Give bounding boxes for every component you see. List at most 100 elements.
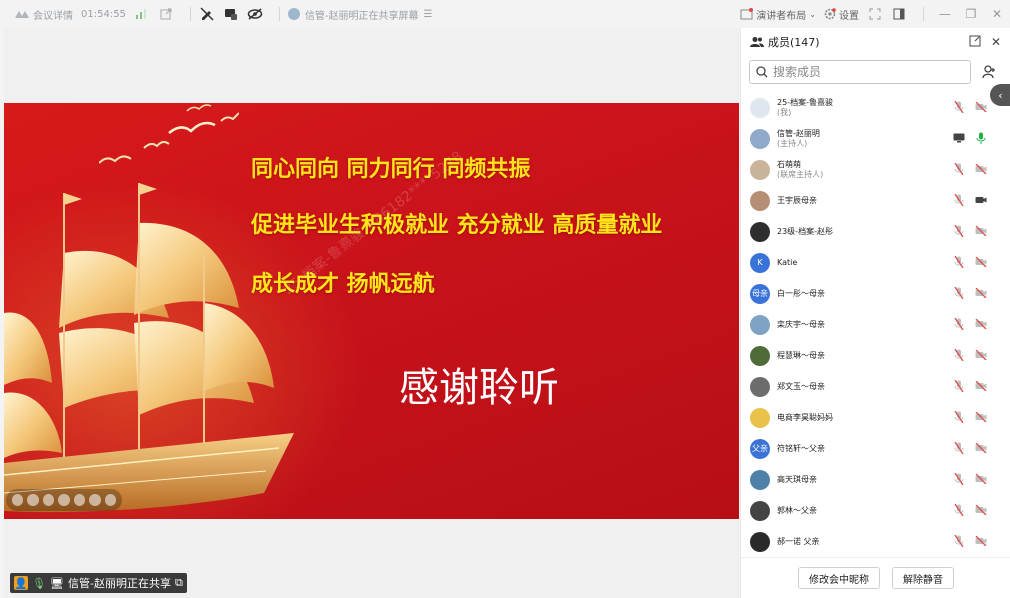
mic-muted-icon[interactable]: [953, 442, 965, 454]
member-avatar: [750, 159, 770, 180]
user-icon: 👤: [14, 576, 28, 590]
sharing-status-bar[interactable]: 👤 🎙 🖥 信管-赵丽明正在共享 ⧉: [10, 573, 187, 593]
member-search-input[interactable]: [773, 65, 963, 79]
layout-label: 演讲者布局: [756, 10, 807, 22]
remote-control-icon[interactable]: [223, 6, 239, 22]
mic-muted-icon[interactable]: [953, 535, 965, 547]
member-name: 郝一诺 父亲: [777, 536, 820, 546]
settings-button[interactable]: 设置: [824, 7, 859, 22]
hide-view-icon[interactable]: [247, 6, 263, 22]
member-row[interactable]: 郭林～父亲: [741, 495, 1010, 526]
camera-off-icon[interactable]: [975, 101, 987, 113]
member-row[interactable]: 程慧琳～母亲: [741, 340, 1010, 371]
member-row[interactable]: 父亲 符铭轩～父亲: [741, 433, 1010, 464]
member-avatar: [750, 500, 770, 521]
divider: [278, 7, 280, 21]
popout-panel-icon[interactable]: [969, 35, 981, 50]
meeting-details-label: 会议详情: [33, 10, 73, 22]
minimize-button[interactable]: —: [932, 0, 958, 28]
member-name: 程慧琳～母亲: [777, 350, 825, 360]
divider: [189, 7, 191, 21]
close-panel-icon[interactable]: ✕: [991, 35, 1001, 49]
fullscreen-icon[interactable]: [867, 6, 883, 22]
member-row[interactable]: 栾庆宇～母亲: [741, 309, 1010, 340]
minimize-icon: —: [939, 7, 951, 21]
camera-off-icon[interactable]: [975, 349, 987, 361]
tool-dot-icon[interactable]: [27, 494, 39, 506]
screen-share-icon[interactable]: [953, 132, 965, 144]
camera-off-icon[interactable]: [975, 411, 987, 423]
camera-off-icon[interactable]: [975, 163, 987, 175]
camera-off-icon[interactable]: [975, 442, 987, 454]
member-row[interactable]: 母亲 白一彤～母亲: [741, 278, 1010, 309]
camera-off-icon[interactable]: [975, 287, 987, 299]
member-name: 郑文玉～母亲: [777, 381, 825, 391]
slide-line-1: 同心同向 同力同行 同频共振: [251, 157, 531, 182]
member-avatar: [750, 469, 770, 490]
add-user-icon: [982, 65, 996, 79]
signal-icon[interactable]: [134, 6, 150, 22]
layout-button[interactable]: 演讲者布局 ⌄: [740, 7, 816, 22]
unmute-button[interactable]: 解除静音: [892, 567, 954, 589]
members-panel: 成员(147) ✕ ‹ 25-档案-鲁熹骏(我)信管-赵丽明(主持人)石萌萌(联…: [740, 28, 1010, 598]
member-row[interactable]: 郝一诺 父亲: [741, 526, 1010, 557]
member-row[interactable]: 高天琪母亲: [741, 464, 1010, 495]
member-row[interactable]: K Katie: [741, 247, 1010, 278]
member-avatar: [750, 345, 770, 366]
camera-on-icon[interactable]: [975, 194, 987, 206]
mic-muted-icon[interactable]: [953, 163, 965, 175]
mic-muted-icon[interactable]: [953, 318, 965, 330]
member-row[interactable]: 信管-赵丽明 (主持人): [741, 123, 1010, 154]
tool-more-icon[interactable]: [104, 494, 116, 506]
member-row[interactable]: 25-档案-鲁熹骏 (我): [741, 92, 1010, 123]
mic-muted-icon[interactable]: [953, 287, 965, 299]
member-name: Katie: [777, 257, 798, 267]
mic-muted-icon[interactable]: [953, 101, 965, 113]
popout-icon[interactable]: [158, 6, 174, 22]
meeting-details-link[interactable]: 会议详情: [14, 7, 73, 22]
mic-muted-icon[interactable]: [953, 473, 965, 485]
camera-off-icon[interactable]: [975, 473, 987, 485]
camera-off-icon[interactable]: [975, 225, 987, 237]
camera-off-icon[interactable]: [975, 318, 987, 330]
restore-button[interactable]: ❐: [958, 0, 984, 28]
camera-off-icon[interactable]: [975, 380, 987, 392]
sharing-indicator[interactable]: 信管-赵丽明正在共享屏幕 ☰: [287, 7, 433, 22]
tool-plus-icon[interactable]: [58, 494, 70, 506]
sidebar-toggle-icon[interactable]: [891, 6, 907, 22]
member-row[interactable]: 23级-档案-赵彤: [741, 216, 1010, 247]
mic-muted-icon[interactable]: [953, 194, 965, 206]
mic-on-icon[interactable]: [975, 132, 987, 144]
mic-muted-icon[interactable]: [953, 256, 965, 268]
close-button[interactable]: ✕: [984, 0, 1010, 28]
annotation-off-icon[interactable]: [199, 6, 215, 22]
mic-muted-icon[interactable]: [953, 349, 965, 361]
camera-off-icon[interactable]: [975, 504, 987, 516]
mic-muted-icon[interactable]: [953, 225, 965, 237]
rename-in-meeting-button[interactable]: 修改会中昵称: [798, 567, 880, 589]
mic-muted-icon[interactable]: [953, 504, 965, 516]
tool-dot-icon[interactable]: [12, 494, 24, 506]
member-avatar: [750, 314, 770, 335]
invite-member-button[interactable]: [977, 60, 1001, 84]
chevron-down-icon: ⌄: [809, 9, 816, 19]
member-name: 郭林～父亲: [777, 505, 817, 515]
member-search-box[interactable]: [749, 60, 972, 84]
camera-off-icon[interactable]: [975, 256, 987, 268]
mic-muted-icon[interactable]: [953, 380, 965, 392]
member-avatar: [750, 531, 770, 552]
seagulls-decoration: [99, 104, 239, 164]
mic-muted-icon[interactable]: [953, 411, 965, 423]
tool-rect-icon[interactable]: [73, 494, 86, 506]
tool-chat-icon[interactable]: [89, 494, 101, 506]
sharing-status-text: 信管-赵丽明正在共享屏幕: [304, 10, 419, 22]
settings-label: 设置: [839, 10, 859, 22]
member-row[interactable]: 电商李昊聪妈妈: [741, 402, 1010, 433]
member-row[interactable]: 石萌萌 (联席主持人): [741, 154, 1010, 185]
tool-pen-icon[interactable]: [42, 494, 55, 506]
annotation-mini-toolbar[interactable]: [6, 489, 122, 511]
remote-control-icon[interactable]: ⧉: [175, 576, 183, 590]
member-row[interactable]: 王宇辰母亲: [741, 185, 1010, 216]
member-row[interactable]: 郑文玉～母亲: [741, 371, 1010, 402]
camera-off-icon[interactable]: [975, 535, 987, 547]
